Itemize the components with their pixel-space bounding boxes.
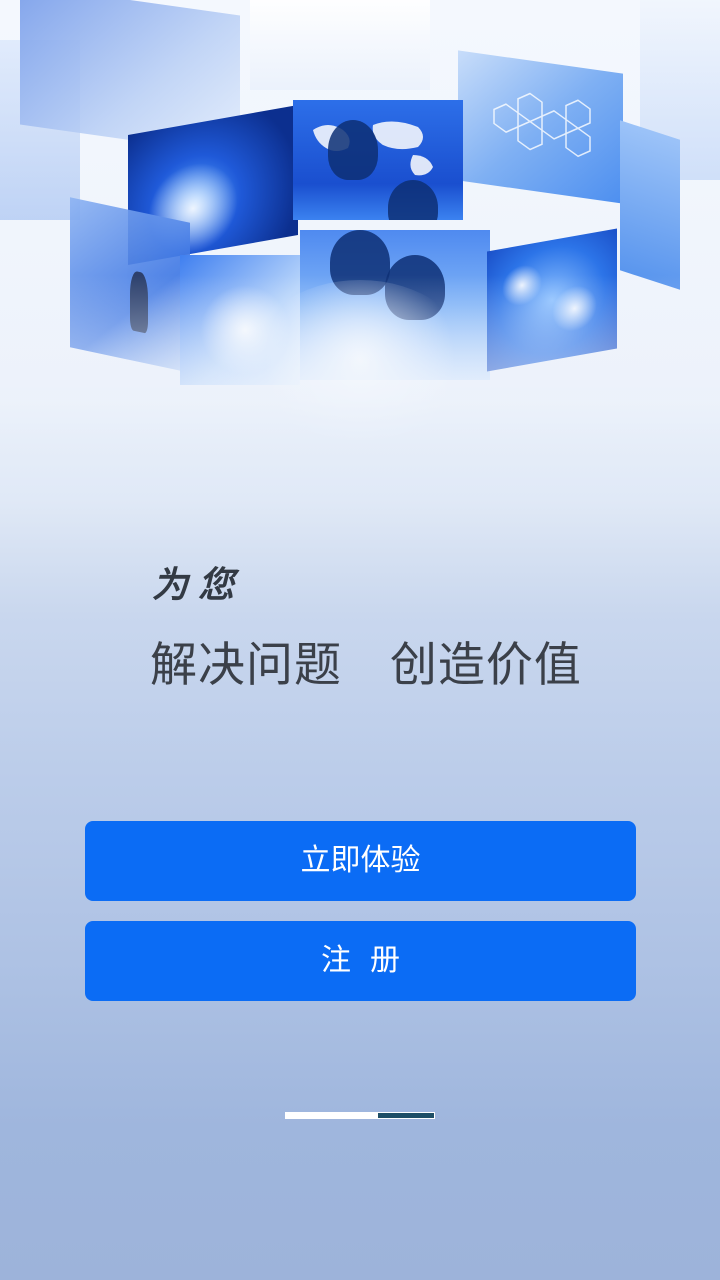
water-drop-icon [502,261,542,309]
collage-panel [250,0,430,90]
hexagon-pattern-icon [493,92,591,158]
try-now-button[interactable]: 立即体验 [85,821,636,901]
collage-panel [620,120,680,290]
register-button[interactable]: 注 册 [85,921,636,1001]
slogan-for-you: 为您 [152,564,245,606]
collage-panel [293,100,463,220]
page-indicator [285,1112,435,1119]
person-silhouette-icon [328,120,378,180]
walking-person-icon [130,270,148,334]
collage-panel [458,50,623,204]
page-indicator-inactive [377,1112,435,1119]
light-glow [250,280,470,440]
slogan-main: 解决问题 创造价值 [150,638,582,693]
page-indicator-active [285,1112,377,1119]
collage-panel [70,197,190,373]
hero-collage-image [0,0,720,500]
water-drop-icon [552,282,597,335]
collage-panel [487,228,617,372]
